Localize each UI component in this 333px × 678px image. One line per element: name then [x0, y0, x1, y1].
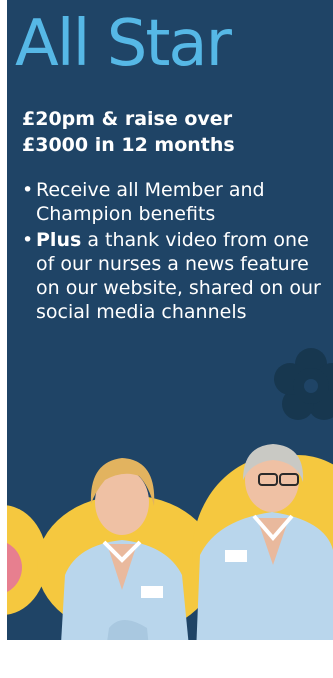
benefit-list: • Receive all Member and Champion benefi…	[22, 178, 327, 326]
flower-icon	[274, 348, 333, 420]
bullet-icon: •	[22, 229, 34, 251]
tier-price-line-1: £20pm & raise over	[22, 108, 233, 130]
tier-price: £20pm & raise over £3000 in 12 months	[22, 106, 322, 158]
bottom-curve	[0, 640, 333, 678]
benefit-item: • Receive all Member and Champion benefi…	[22, 178, 327, 226]
tier-card: All Star £20pm & raise over £3000 in 12 …	[7, 0, 333, 650]
bullet-icon: •	[22, 179, 34, 201]
tier-price-line-2: £3000 in 12 months	[22, 134, 235, 156]
benefit-item: • Plus a thank video from one of our nur…	[22, 228, 327, 324]
nurses-photo	[7, 444, 333, 650]
benefit-text: Receive all Member and Champion benefits	[36, 179, 265, 225]
tier-title: All Star	[15, 7, 232, 81]
nurse-left	[60, 458, 190, 650]
benefit-highlight: Plus	[36, 229, 82, 251]
